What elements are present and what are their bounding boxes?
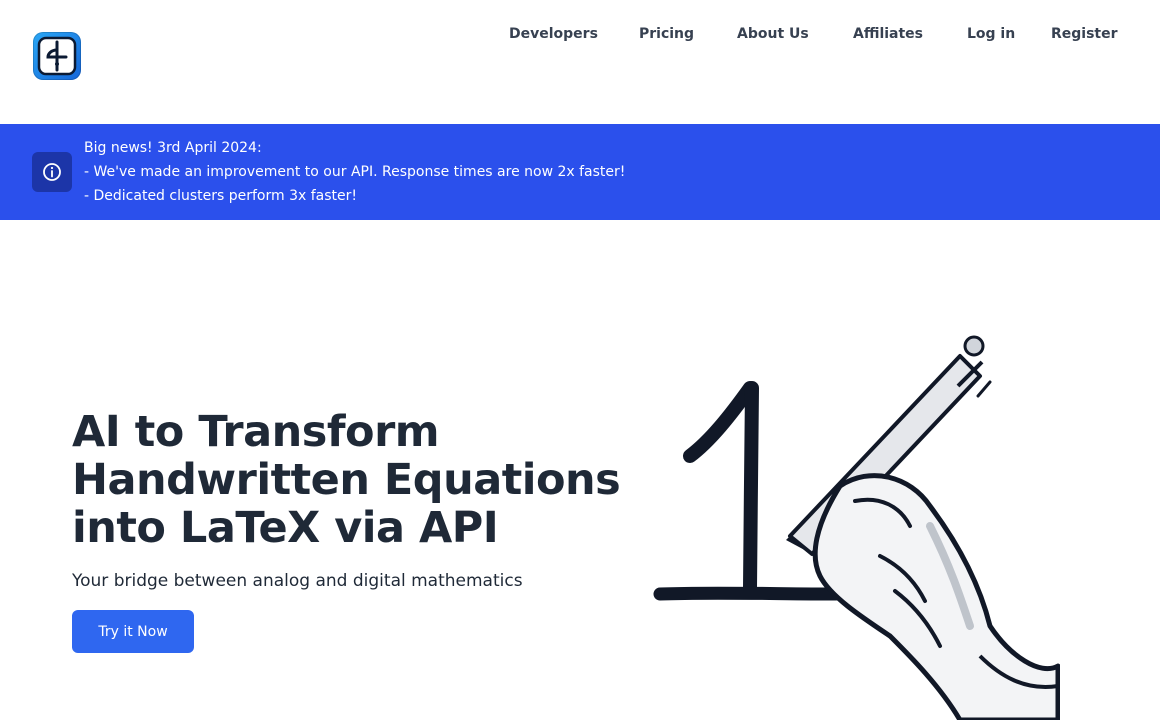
nav-log-in[interactable]: Log in bbox=[967, 26, 1015, 46]
site-header: Developers Pricing About Us Affiliates L… bbox=[0, 0, 1160, 124]
nav-about-us[interactable]: About Us bbox=[737, 26, 809, 46]
hero-title: AI to Transform Handwritten Equations in… bbox=[72, 408, 632, 552]
try-it-now-button[interactable]: Try it Now bbox=[72, 610, 194, 653]
info-icon bbox=[43, 163, 61, 181]
banner-headline: Big news! 3rd April 2024: bbox=[84, 140, 262, 156]
nav-pricing[interactable]: Pricing bbox=[639, 26, 694, 46]
hero-subtitle: Your bridge between analog and digital m… bbox=[72, 571, 523, 591]
announcement-banner: Big news! 3rd April 2024: - We've made a… bbox=[0, 124, 1160, 220]
hand-writing-illustration bbox=[640, 326, 1061, 723]
banner-icon-box bbox=[32, 152, 72, 192]
banner-line-api: - We've made an improvement to our API. … bbox=[84, 164, 626, 180]
hero-title-line: AI to Transform bbox=[72, 407, 440, 457]
banner-line-clusters: - Dedicated clusters perform 3x faster! bbox=[84, 188, 358, 204]
nav-register[interactable]: Register bbox=[1051, 26, 1118, 46]
hand-writing-number-one-illustration bbox=[653, 335, 1061, 723]
logo[interactable] bbox=[33, 32, 81, 80]
nav-affiliates[interactable]: Affiliates bbox=[853, 26, 923, 46]
hero-title-line: into LaTeX via API bbox=[72, 503, 499, 553]
nav-developers[interactable]: Developers bbox=[509, 26, 598, 46]
pen-nib-logo-icon bbox=[37, 36, 77, 76]
hero-title-line: Handwritten Equations bbox=[72, 455, 621, 505]
